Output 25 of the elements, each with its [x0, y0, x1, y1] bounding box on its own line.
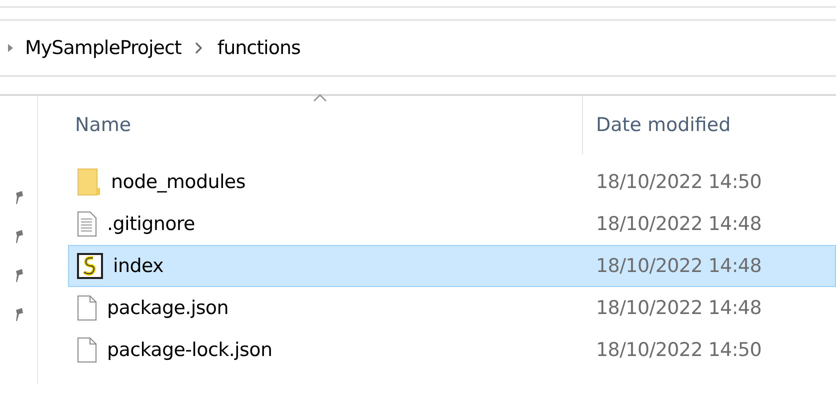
file-row[interactable]: package-lock.json 18/10/2022 14:50: [68, 329, 836, 371]
date-modified: 18/10/2022 14:48: [595, 254, 762, 279]
file-row[interactable]: node_modules 18/10/2022 14:50: [68, 161, 836, 203]
chevron-icon[interactable]: [8, 44, 13, 52]
pin-icon: [14, 269, 24, 283]
file-name: package-lock.json: [107, 338, 272, 363]
date-modified: 18/10/2022 14:48: [595, 212, 762, 237]
file-name: package.json: [107, 296, 228, 321]
pin-icon: [14, 308, 24, 322]
file-name: .gitignore: [107, 212, 195, 237]
pin-icon: [14, 191, 24, 205]
file-name: index: [113, 254, 164, 279]
column-header[interactable]: Name: [75, 114, 132, 136]
breadcrumb-item[interactable]: functions: [207, 34, 310, 62]
date-modified: 18/10/2022 14:50: [595, 338, 762, 363]
chevron-icon: [195, 42, 204, 54]
column-header[interactable]: Date modified: [596, 110, 731, 140]
breadcrumb-item[interactable]: MySampleProject: [13, 34, 192, 62]
file-row[interactable]: .gitignore 18/10/2022 14:48: [68, 203, 836, 245]
pin-icon: [14, 230, 24, 244]
date-modified: 18/10/2022 14:50: [595, 170, 762, 195]
file-name: node_modules: [111, 170, 246, 195]
file-row[interactable]: index 18/10/2022 14:48: [68, 245, 836, 287]
date-modified: 18/10/2022 14:48: [595, 296, 762, 321]
file-row[interactable]: package.json 18/10/2022 14:48: [68, 287, 836, 329]
